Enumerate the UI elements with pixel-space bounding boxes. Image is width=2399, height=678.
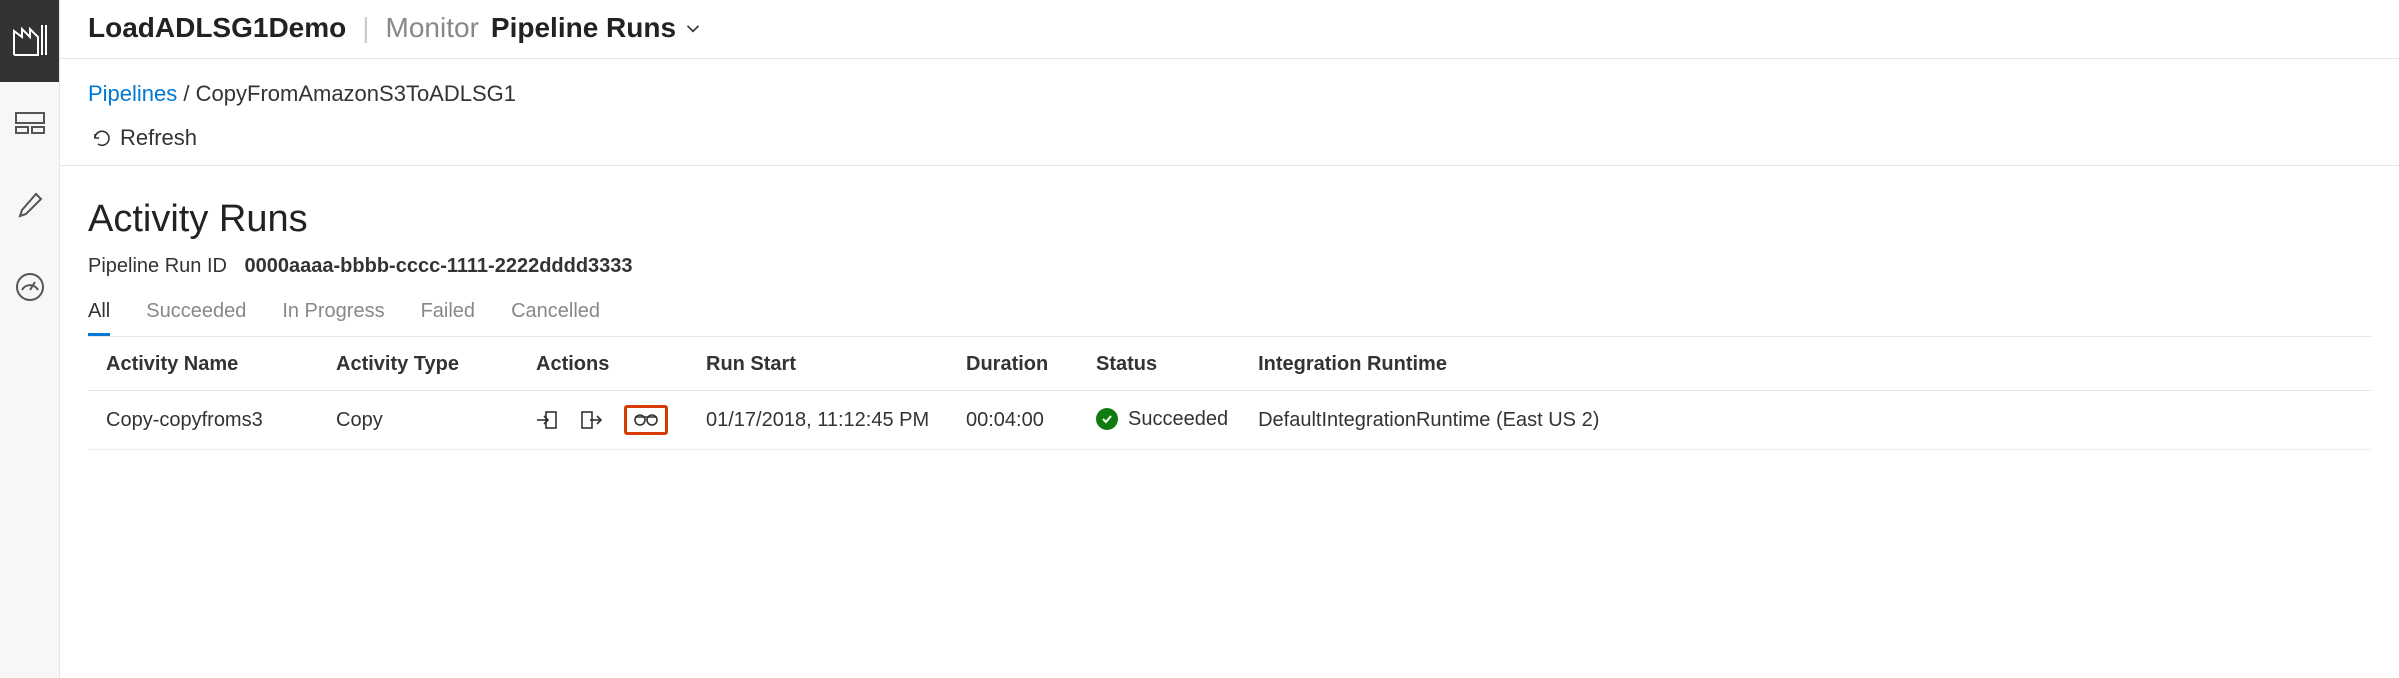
col-activity-name[interactable]: Activity Name bbox=[88, 337, 318, 391]
breadcrumb-separator: / bbox=[183, 81, 195, 106]
cell-integration-runtime: DefaultIntegrationRuntime (East US 2) bbox=[1240, 391, 2371, 450]
cell-run-start: 01/17/2018, 11:12:45 PM bbox=[688, 391, 948, 450]
main-area: LoadADLSG1Demo | Monitor Pipeline Runs P… bbox=[60, 0, 2399, 678]
refresh-button[interactable]: Refresh bbox=[92, 125, 197, 151]
col-integration-runtime[interactable]: Integration Runtime bbox=[1240, 337, 2371, 391]
cell-duration: 00:04:00 bbox=[948, 391, 1078, 450]
output-icon[interactable] bbox=[580, 410, 602, 430]
toolbar: Refresh bbox=[60, 107, 2399, 166]
details-icon[interactable] bbox=[624, 405, 668, 435]
breadcrumb-pipelines-link[interactable]: Pipelines bbox=[88, 81, 177, 106]
filter-tab-all[interactable]: All bbox=[88, 300, 110, 336]
filter-tab-failed[interactable]: Failed bbox=[421, 300, 475, 336]
content: Activity Runs Pipeline Run ID 0000aaaa-b… bbox=[60, 166, 2399, 450]
page-dropdown[interactable]: Pipeline Runs bbox=[491, 12, 704, 44]
cell-activity-type: Copy bbox=[318, 391, 518, 450]
nav-author-icon[interactable] bbox=[0, 164, 59, 246]
page-header: LoadADLSG1Demo | Monitor Pipeline Runs bbox=[60, 0, 2399, 59]
col-actions[interactable]: Actions bbox=[518, 337, 688, 391]
factory-name: LoadADLSG1Demo bbox=[88, 12, 346, 44]
col-activity-type[interactable]: Activity Type bbox=[318, 337, 518, 391]
breadcrumb-current: CopyFromAmazonS3ToADLSG1 bbox=[196, 81, 516, 106]
breadcrumb: Pipelines / CopyFromAmazonS3ToADLSG1 bbox=[60, 59, 2399, 107]
table-row: Copy-copyfroms3 Copy bbox=[88, 391, 2371, 450]
cell-status: Succeeded bbox=[1078, 391, 1240, 450]
page-title: Activity Runs bbox=[88, 198, 2371, 241]
activity-runs-table: Activity Name Activity Type Actions Run … bbox=[88, 337, 2371, 450]
filter-tab-cancelled[interactable]: Cancelled bbox=[511, 300, 600, 336]
status-filter-tabs: All Succeeded In Progress Failed Cancell… bbox=[88, 300, 2371, 337]
cell-actions bbox=[518, 391, 688, 450]
page-dropdown-label: Pipeline Runs bbox=[491, 12, 676, 44]
refresh-label: Refresh bbox=[120, 125, 197, 151]
section-label: Monitor bbox=[386, 12, 479, 44]
col-duration[interactable]: Duration bbox=[948, 337, 1078, 391]
status-text: Succeeded bbox=[1128, 408, 1228, 431]
refresh-icon bbox=[92, 128, 112, 148]
run-id-label: Pipeline Run ID bbox=[88, 255, 227, 277]
success-check-icon bbox=[1096, 408, 1118, 430]
header-separator: | bbox=[362, 12, 369, 44]
input-icon[interactable] bbox=[536, 410, 558, 430]
chevron-down-icon bbox=[682, 17, 704, 39]
filter-tab-in-progress[interactable]: In Progress bbox=[282, 300, 384, 336]
run-id-row: Pipeline Run ID 0000aaaa-bbbb-cccc-1111-… bbox=[88, 255, 2371, 278]
nav-overview-icon[interactable] bbox=[0, 82, 59, 164]
nav-monitor-icon[interactable] bbox=[0, 246, 59, 328]
nav-data-factory-icon[interactable] bbox=[0, 0, 59, 82]
cell-activity-name: Copy-copyfroms3 bbox=[88, 391, 318, 450]
col-status[interactable]: Status bbox=[1078, 337, 1240, 391]
run-id-value: 0000aaaa-bbbb-cccc-1111-2222dddd3333 bbox=[245, 255, 633, 277]
col-run-start[interactable]: Run Start bbox=[688, 337, 948, 391]
table-header-row: Activity Name Activity Type Actions Run … bbox=[88, 337, 2371, 391]
filter-tab-succeeded[interactable]: Succeeded bbox=[146, 300, 246, 336]
left-nav bbox=[0, 0, 60, 678]
